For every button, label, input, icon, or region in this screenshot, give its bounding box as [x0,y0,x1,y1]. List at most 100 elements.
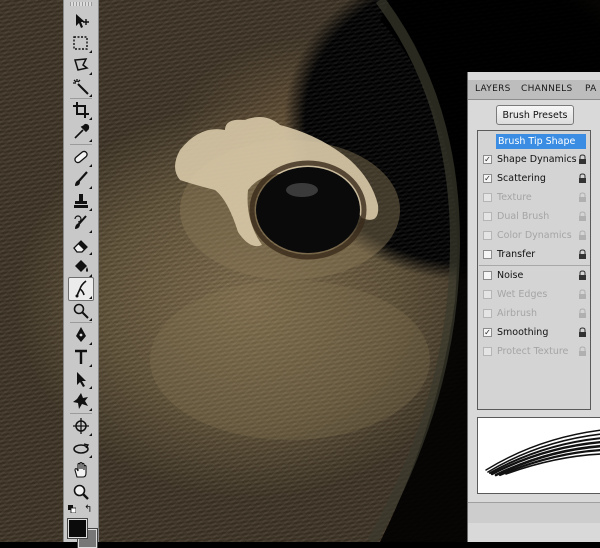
brush-tool[interactable] [69,168,93,190]
brush-option-color-dynamics[interactable]: Color Dynamics [478,228,590,245]
protect-texture-label: Protect Texture [497,346,569,357]
tools-separator [70,322,92,323]
brush-option-protect-texture[interactable]: Protect Texture [478,344,590,361]
magic-wand-icon [73,79,89,95]
lasso-tool[interactable] [69,54,93,76]
tools-panel-grip[interactable] [70,2,92,6]
lock-icon[interactable] [578,211,587,222]
transfer-checkbox[interactable] [483,250,492,259]
foreground-color-swatch[interactable] [67,518,88,539]
brush-option-transfer[interactable]: Transfer [478,247,590,264]
brush-option-smoothing[interactable]: ✓ Smoothing [478,325,590,342]
history-brush-tool[interactable] [69,212,93,234]
eyedropper-tool[interactable] [69,121,93,143]
type-icon [75,349,87,364]
airbrush-label: Airbrush [497,308,537,319]
lock-icon[interactable] [578,249,587,260]
hand-tool[interactable] [69,459,93,481]
healing-brush-tool[interactable] [69,146,93,168]
brush-option-scattering[interactable]: ✓ Scattering [478,171,590,188]
brush-tip-shape-item[interactable]: Brush Tip Shape [496,134,586,149]
tab-paths[interactable]: PA [580,80,600,99]
brush-option-texture[interactable]: Texture [478,190,590,207]
lock-icon[interactable] [578,154,587,165]
color-dynamics-label: Color Dynamics [497,230,572,241]
3d-orbit-tool[interactable] [69,437,93,459]
default-colors-icon[interactable] [68,505,76,513]
pen-icon [76,327,86,342]
lock-icon[interactable] [578,327,587,338]
smudge-tool[interactable] [68,277,94,301]
bandage-icon [74,150,88,164]
color-swatches: ↰ [67,504,98,548]
brush-option-dual-brush[interactable]: Dual Brush [478,209,590,226]
zoom-tool[interactable] [69,481,93,503]
brush-option-shape-dynamics[interactable]: ✓ Shape Dynamics [478,152,590,169]
bucket-icon [75,260,88,272]
move-icon [76,14,89,28]
tab-channels[interactable]: CHANNELS [516,80,580,99]
options-separator [479,265,590,266]
crop-tool[interactable] [69,99,93,121]
wet-edges-checkbox[interactable] [483,290,492,299]
dodge-tool[interactable] [69,300,93,322]
history-brush-icon [74,215,87,229]
shape-dynamics-checkbox[interactable]: ✓ [483,155,492,164]
marquee-tool[interactable] [69,32,93,54]
lock-icon[interactable] [578,192,587,203]
paint-bucket-tool[interactable] [69,256,93,278]
texture-checkbox[interactable] [483,193,492,202]
arrow-icon [77,372,86,387]
scattering-label: Scattering [497,173,546,184]
brush-option-airbrush[interactable]: Airbrush [478,306,590,323]
lock-icon[interactable] [578,289,587,300]
color-dynamics-checkbox[interactable] [483,231,492,240]
wet-edges-label: Wet Edges [497,289,548,300]
lasso-icon [74,58,89,71]
stamp-icon [74,194,88,208]
dual-brush-checkbox[interactable] [483,212,492,221]
smoothing-checkbox[interactable]: ✓ [483,328,492,337]
lock-icon[interactable] [578,308,587,319]
marquee-icon [73,36,88,50]
tools-separator [70,144,92,145]
shape-dynamics-label: Shape Dynamics [497,154,577,165]
eraser-icon [73,240,88,253]
airbrush-checkbox[interactable] [483,309,492,318]
transfer-label: Transfer [497,249,536,260]
3d-orbit-icon [73,443,90,454]
brush-panel: LAYERS CHANNELS PA Brush Presets Brush T… [467,72,600,542]
smudge-icon [75,280,87,298]
tab-layers[interactable]: LAYERS [470,80,516,99]
dual-brush-label: Dual Brush [497,211,550,222]
lock-icon[interactable] [578,173,587,184]
panel-footer [468,502,600,523]
brush-option-noise[interactable]: Noise [478,268,590,285]
path-selection-tool[interactable] [69,368,93,390]
shape-icon [73,393,88,409]
swap-colors-icon[interactable]: ↰ [84,504,92,515]
eraser-tool[interactable] [69,234,93,256]
lock-icon[interactable] [578,270,587,281]
pen-tool[interactable] [69,324,93,346]
lock-icon[interactable] [578,346,587,357]
magic-wand-tool[interactable] [69,76,93,98]
custom-shape-tool[interactable] [69,390,93,412]
3d-rotate-icon [73,418,89,434]
3d-rotate-tool[interactable] [69,415,93,437]
tools-separator [70,413,92,414]
brush-option-wet-edges[interactable]: Wet Edges [478,287,590,304]
move-tool[interactable] [69,10,93,32]
tools-panel: ↰ [63,0,99,548]
dodge-icon [73,303,89,319]
clone-stamp-tool[interactable] [69,190,93,212]
brush-stroke-preview [477,417,600,494]
type-tool[interactable] [69,346,93,368]
scattering-checkbox[interactable]: ✓ [483,174,492,183]
stroke-preview-graphic [485,429,600,477]
brush-presets-button[interactable]: Brush Presets [496,105,574,125]
protect-texture-checkbox[interactable] [483,347,492,356]
noise-checkbox[interactable] [483,271,492,280]
lock-icon[interactable] [578,230,587,241]
panel-tabs: LAYERS CHANNELS PA [468,80,600,100]
